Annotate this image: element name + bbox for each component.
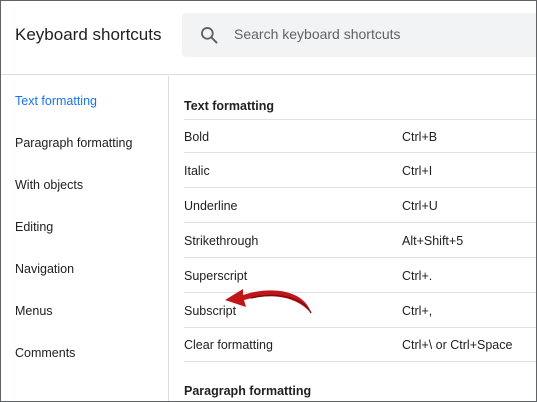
shortcut-list: Text formatting Bold Ctrl+B Italic Ctrl+…	[170, 76, 536, 401]
shortcut-keys: Ctrl+U	[402, 199, 438, 213]
shortcut-row-superscript[interactable]: Superscript Ctrl+.	[184, 259, 536, 293]
page-title: Keyboard shortcuts	[15, 25, 162, 44]
shortcut-keys: Ctrl+I	[402, 164, 433, 178]
shortcut-name: Clear formatting	[184, 338, 273, 352]
shortcut-name: Italic	[184, 164, 210, 178]
sidebar-item-paragraph-formatting[interactable]: Paragraph formatting	[15, 136, 132, 150]
sidebar-item-with-objects[interactable]: With objects	[15, 178, 83, 192]
shortcut-name: Strikethrough	[184, 234, 259, 248]
sidebar-item-navigation[interactable]: Navigation	[15, 262, 74, 276]
search-icon[interactable]	[199, 25, 219, 45]
shortcuts-window: Keyboard shortcuts Search keyboard short…	[0, 0, 537, 402]
shortcut-name: Subscript	[184, 304, 237, 318]
shortcut-row-bold[interactable]: Bold Ctrl+B	[184, 119, 536, 153]
shortcut-keys: Ctrl+B	[402, 130, 438, 144]
shortcut-keys: Ctrl+\ or Ctrl+Space	[402, 338, 513, 352]
sidebar-item-comments[interactable]: Comments	[15, 346, 75, 360]
sidebar-item-editing[interactable]: Editing	[15, 220, 53, 234]
search-input[interactable]: Search keyboard shortcuts	[234, 26, 401, 42]
shortcut-name: Bold	[184, 130, 210, 144]
shortcut-row-subscript[interactable]: Subscript Ctrl+,	[184, 294, 536, 328]
shortcut-name: Superscript	[184, 269, 248, 283]
shortcut-name: Underline	[184, 199, 238, 213]
shortcut-row-clear-formatting[interactable]: Clear formatting Ctrl+\ or Ctrl+Space	[184, 328, 536, 362]
shortcut-row-underline[interactable]: Underline Ctrl+U	[184, 189, 536, 223]
shortcut-row-strikethrough[interactable]: Strikethrough Alt+Shift+5	[184, 224, 536, 258]
sidebar-item-menus[interactable]: Menus	[15, 304, 53, 318]
sidebar: Text formatting Paragraph formatting Wit…	[1, 76, 169, 401]
sidebar-item-text-formatting[interactable]: Text formatting	[15, 94, 97, 108]
shortcut-keys: Alt+Shift+5	[402, 234, 464, 248]
section-title-text-formatting: Text formatting	[184, 99, 275, 113]
shortcut-keys: Ctrl+,	[402, 304, 433, 318]
shortcut-row-italic[interactable]: Italic Ctrl+I	[184, 154, 536, 188]
header: Keyboard shortcuts Search keyboard short…	[1, 1, 536, 75]
section-title-paragraph-formatting: Paragraph formatting	[184, 384, 312, 398]
search-box[interactable]: Search keyboard shortcuts	[182, 13, 536, 57]
shortcut-keys: Ctrl+.	[402, 269, 433, 283]
